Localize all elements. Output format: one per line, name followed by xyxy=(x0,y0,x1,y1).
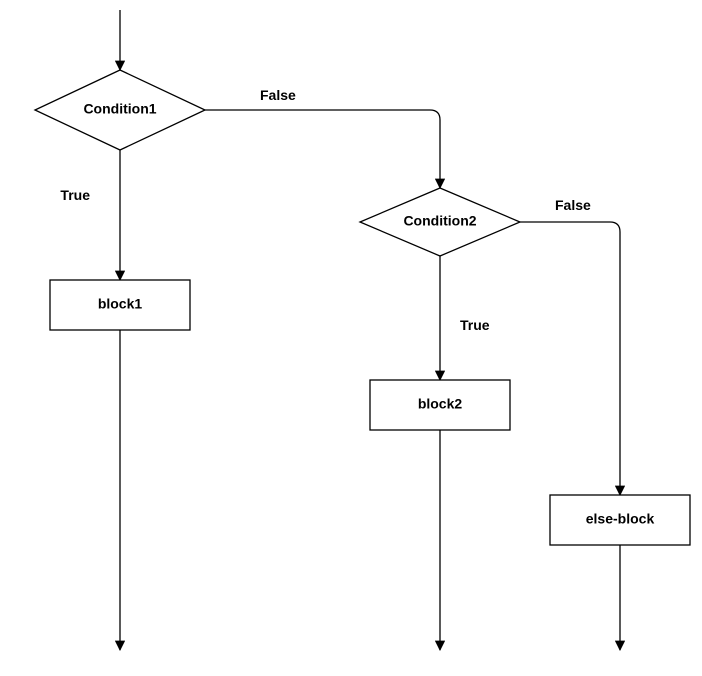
else-block-label: else-block xyxy=(586,511,655,527)
edge-c1-false-label: False xyxy=(260,87,296,103)
block1-label: block1 xyxy=(98,296,143,312)
flowchart-canvas: Condition1 right to Condition2 --> False… xyxy=(0,0,702,676)
edge-c2-true-label: True xyxy=(460,317,490,333)
edge-c2-false-label: False xyxy=(555,197,591,213)
edge-c1-true-label: True xyxy=(60,187,90,203)
condition1-label: Condition1 xyxy=(83,101,156,117)
block2-label: block2 xyxy=(418,396,463,412)
edge-c2-false xyxy=(520,222,620,495)
condition2-label: Condition2 xyxy=(403,213,476,229)
edge-c1-false xyxy=(205,110,440,188)
